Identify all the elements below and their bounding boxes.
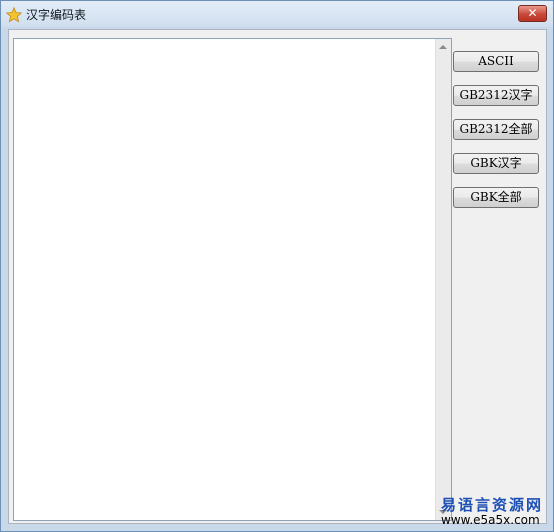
main-window: 汉字编码表 ✕ ASCII GB2312汉字 GB2312全部 GBK汉字 GB… xyxy=(0,0,554,532)
watermark-url: www.e5a5x.com xyxy=(441,513,540,527)
watermark-site-name: 易语言资源网 xyxy=(441,496,544,514)
title-bar[interactable]: 汉字编码表 ✕ xyxy=(1,1,553,27)
star-icon xyxy=(6,7,22,23)
gb2312-hanzi-button[interactable]: GB2312汉字 xyxy=(453,85,539,106)
close-button[interactable]: ✕ xyxy=(518,5,547,22)
watermark: 易语言资源网 www.e5a5x.com xyxy=(431,494,551,530)
scroll-up-arrow-icon[interactable] xyxy=(439,45,447,49)
close-icon: ✕ xyxy=(527,6,538,20)
gbk-all-button[interactable]: GBK全部 xyxy=(453,187,539,208)
output-text-area[interactable] xyxy=(13,38,452,521)
gbk-hanzi-button[interactable]: GBK汉字 xyxy=(453,153,539,174)
client-area: ASCII GB2312汉字 GB2312全部 GBK汉字 GBK全部 xyxy=(8,29,547,524)
gb2312-all-button[interactable]: GB2312全部 xyxy=(453,119,539,140)
ascii-button[interactable]: ASCII xyxy=(453,51,539,72)
window-title: 汉字编码表 xyxy=(26,8,87,22)
vertical-scrollbar[interactable] xyxy=(435,39,451,520)
